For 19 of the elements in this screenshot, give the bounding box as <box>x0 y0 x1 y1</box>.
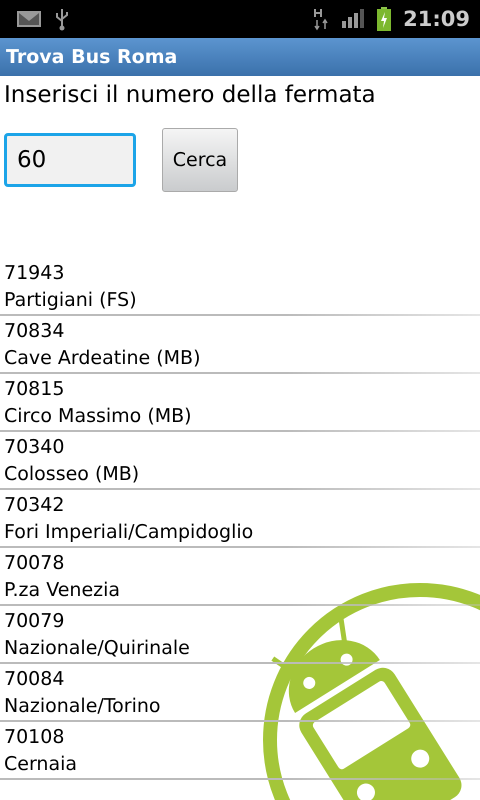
stop-item[interactable]: 70342 Fori Imperiali/Campidoglio <box>0 490 480 548</box>
stop-item[interactable]: 71943 Partigiani (FS) <box>0 258 480 316</box>
stop-number-field[interactable]: 60 <box>4 133 136 187</box>
clock-time: 21:09 <box>403 7 470 31</box>
usb-icon <box>54 7 70 31</box>
app-title: Trova Bus Roma <box>6 46 178 68</box>
data-transfer-icon <box>313 7 330 31</box>
search-button[interactable]: Cerca <box>162 128 238 192</box>
battery-charging-icon <box>377 7 392 31</box>
stop-item[interactable]: 70340 Colosseo (MB) <box>0 432 480 490</box>
stop-item[interactable]: 70815 Circo Massimo (MB) <box>0 374 480 432</box>
stop-item[interactable]: 70084 Nazionale/Torino <box>0 664 480 722</box>
stop-item[interactable]: 70108 Cernaia <box>0 722 480 780</box>
stop-item[interactable]: 70079 Nazionale/Quirinale <box>0 606 480 664</box>
mail-icon <box>16 9 42 29</box>
stop-item[interactable]: 70834 Cave Ardeatine (MB) <box>0 316 480 374</box>
signal-icon <box>341 9 366 29</box>
stop-item[interactable]: 70078 P.za Venezia <box>0 548 480 606</box>
prompt-label: Inserisci il numero della fermata <box>3 81 377 108</box>
